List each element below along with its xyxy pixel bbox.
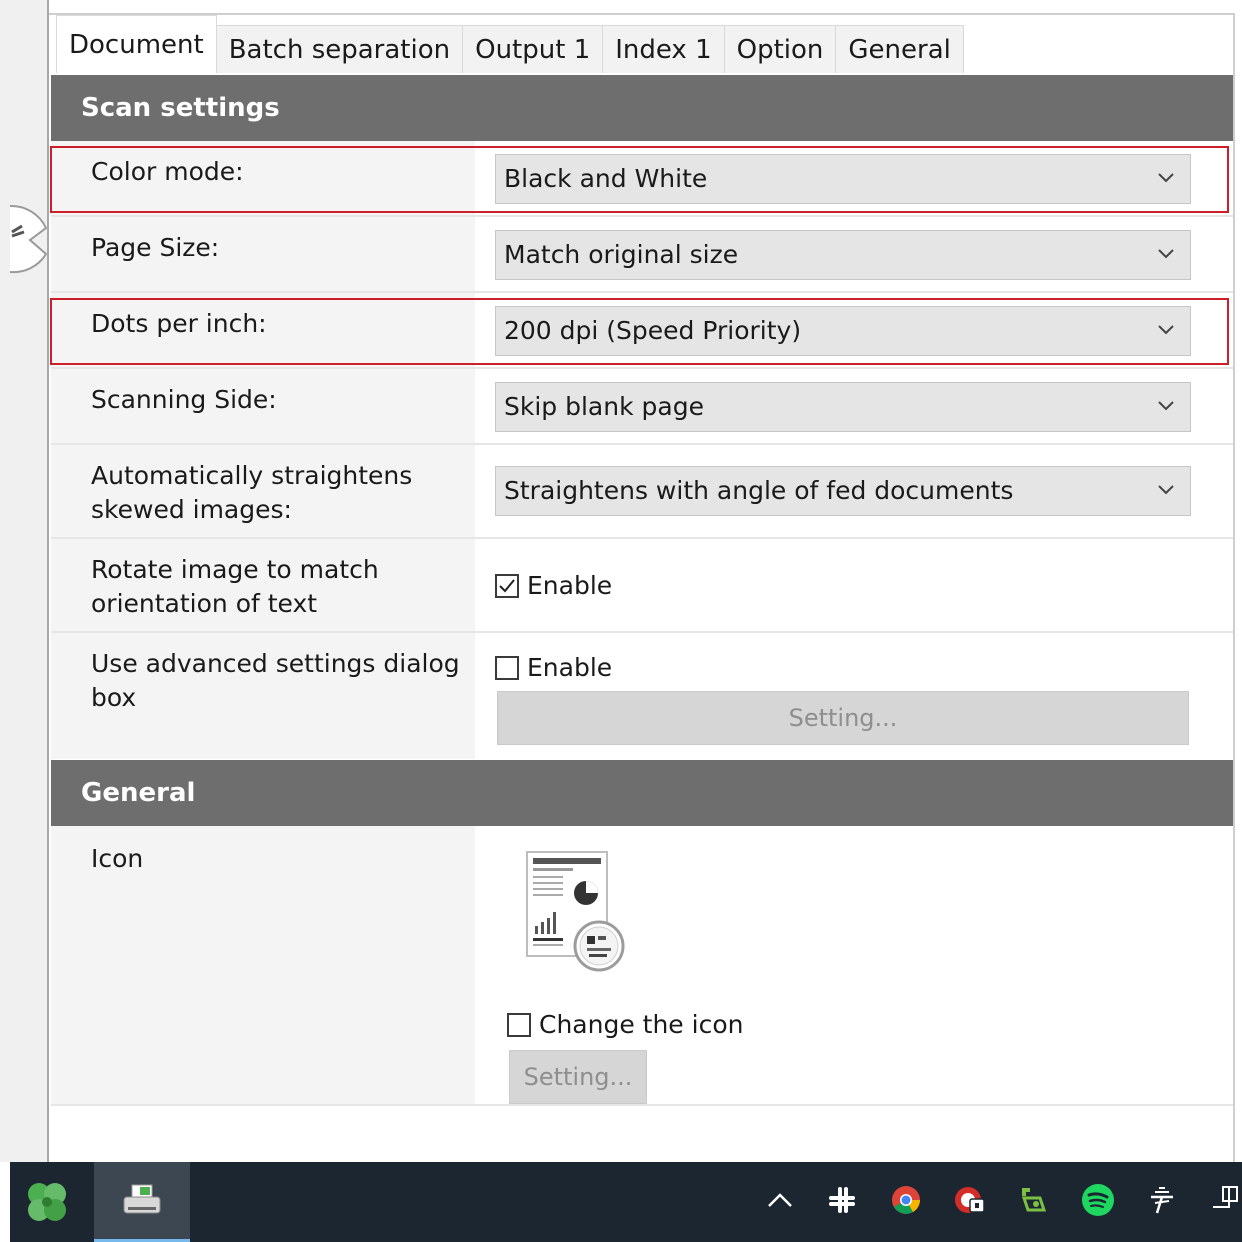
- change-icon-checkbox[interactable]: Change the icon: [507, 1010, 743, 1039]
- icon-row: Icon Change the icon Setting...: [51, 826, 1233, 1106]
- dpi-row: Dots per inch: 200 dpi (Speed Priority): [51, 293, 1233, 369]
- color-mode-dropdown[interactable]: Black and White: [495, 154, 1191, 204]
- document-scan-icon: [526, 851, 625, 972]
- scanning-side-row: Scanning Side: Skip blank page: [51, 369, 1233, 445]
- chevron-down-icon: [1158, 249, 1174, 259]
- advanced-label-line1: Use advanced settings dialog: [91, 649, 460, 678]
- page-size-dropdown[interactable]: Match original size: [495, 230, 1191, 280]
- rotate-enable-label: Enable: [527, 571, 613, 600]
- rotate-label-line2: orientation of text: [91, 589, 318, 618]
- dpi-label: Dots per inch:: [91, 309, 267, 338]
- color-mode-label: Color mode:: [91, 157, 244, 186]
- tab-general[interactable]: General: [835, 25, 964, 73]
- change-icon-label: Change the icon: [539, 1010, 744, 1039]
- rotate-checkbox-box[interactable]: [495, 573, 519, 598]
- page-size-value: Match original size: [504, 240, 739, 269]
- windows-taskbar: [10, 1162, 1242, 1242]
- chevron-down-icon: [1158, 325, 1174, 335]
- straighten-label-line2: skewed images:: [91, 495, 292, 524]
- straighten-row: Automatically straightens skewed images:…: [51, 445, 1233, 539]
- advanced-enable-label: Enable: [527, 653, 613, 682]
- color-mode-value: Black and White: [504, 164, 708, 193]
- tab-index-1[interactable]: Index 1: [602, 25, 725, 73]
- chevron-down-icon: [1158, 485, 1174, 495]
- network-icon[interactable]: [1206, 1182, 1242, 1218]
- scanning-side-value: Skip blank page: [504, 392, 704, 421]
- clover-icon[interactable]: [10, 1162, 84, 1242]
- scanning-side-label: Scanning Side:: [91, 385, 277, 414]
- dpi-value: 200 dpi (Speed Priority): [504, 316, 802, 345]
- tab-batch-separation[interactable]: Batch separation: [215, 25, 464, 73]
- scanner-app-taskbar-button[interactable]: [94, 1162, 190, 1242]
- icon-label: Icon: [91, 844, 144, 873]
- advanced-checkbox-box[interactable]: [495, 655, 519, 680]
- tab-output-1[interactable]: Output 1: [462, 25, 604, 73]
- wifi-icon[interactable]: [1144, 1182, 1180, 1218]
- splitter-handle-icon[interactable]: [0, 198, 48, 278]
- scanner-app-icon: [123, 1184, 161, 1213]
- rotate-row: Rotate image to match orientation of tex…: [51, 539, 1233, 633]
- scan-settings-header: Scan settings: [51, 75, 1233, 141]
- chevron-up-icon[interactable]: [762, 1182, 798, 1218]
- rotate-label-line1: Rotate image to match: [91, 555, 379, 584]
- page-size-label: Page Size:: [91, 233, 220, 262]
- dpi-dropdown[interactable]: 200 dpi (Speed Priority): [495, 306, 1191, 356]
- straighten-label-line1: Automatically straightens: [91, 461, 413, 490]
- chevron-down-icon: [1158, 173, 1174, 183]
- scan-settings-window: Document Batch separation Output 1 Index…: [49, 13, 1235, 1162]
- tab-option[interactable]: Option: [723, 25, 837, 73]
- advanced-row: Use advanced settings dialog box Enable …: [51, 633, 1233, 759]
- advanced-setting-button[interactable]: Setting...: [497, 691, 1189, 745]
- slack-icon[interactable]: [824, 1182, 860, 1218]
- rotate-enable-checkbox[interactable]: Enable: [495, 571, 612, 600]
- straighten-dropdown[interactable]: Straightens with angle of fed documents: [495, 466, 1191, 516]
- scanning-side-dropdown[interactable]: Skip blank page: [495, 382, 1191, 432]
- chrome-icon[interactable]: [888, 1182, 924, 1218]
- change-icon-checkbox-box[interactable]: [507, 1012, 531, 1037]
- green-app-icon[interactable]: [1016, 1182, 1052, 1218]
- icon-setting-button[interactable]: Setting...: [509, 1050, 647, 1104]
- clover-icon-graphic: [28, 1183, 66, 1221]
- lastpass-icon[interactable]: [952, 1182, 988, 1218]
- spotify-icon[interactable]: [1080, 1182, 1116, 1218]
- advanced-label-line2: box: [91, 683, 137, 712]
- tab-bar: Document Batch separation Output 1 Index…: [49, 15, 964, 73]
- checkmark-icon: [499, 578, 515, 592]
- advanced-enable-checkbox[interactable]: Enable: [495, 653, 612, 682]
- general-header: General: [51, 760, 1233, 826]
- straighten-value: Straightens with angle of fed documents: [504, 476, 1014, 505]
- chevron-down-icon: [1158, 401, 1174, 411]
- color-mode-row: Color mode: Black and White: [51, 141, 1233, 217]
- tab-document[interactable]: Document: [56, 15, 217, 73]
- background-window-edge: [0, 0, 49, 1162]
- page-size-row: Page Size: Match original size: [51, 217, 1233, 293]
